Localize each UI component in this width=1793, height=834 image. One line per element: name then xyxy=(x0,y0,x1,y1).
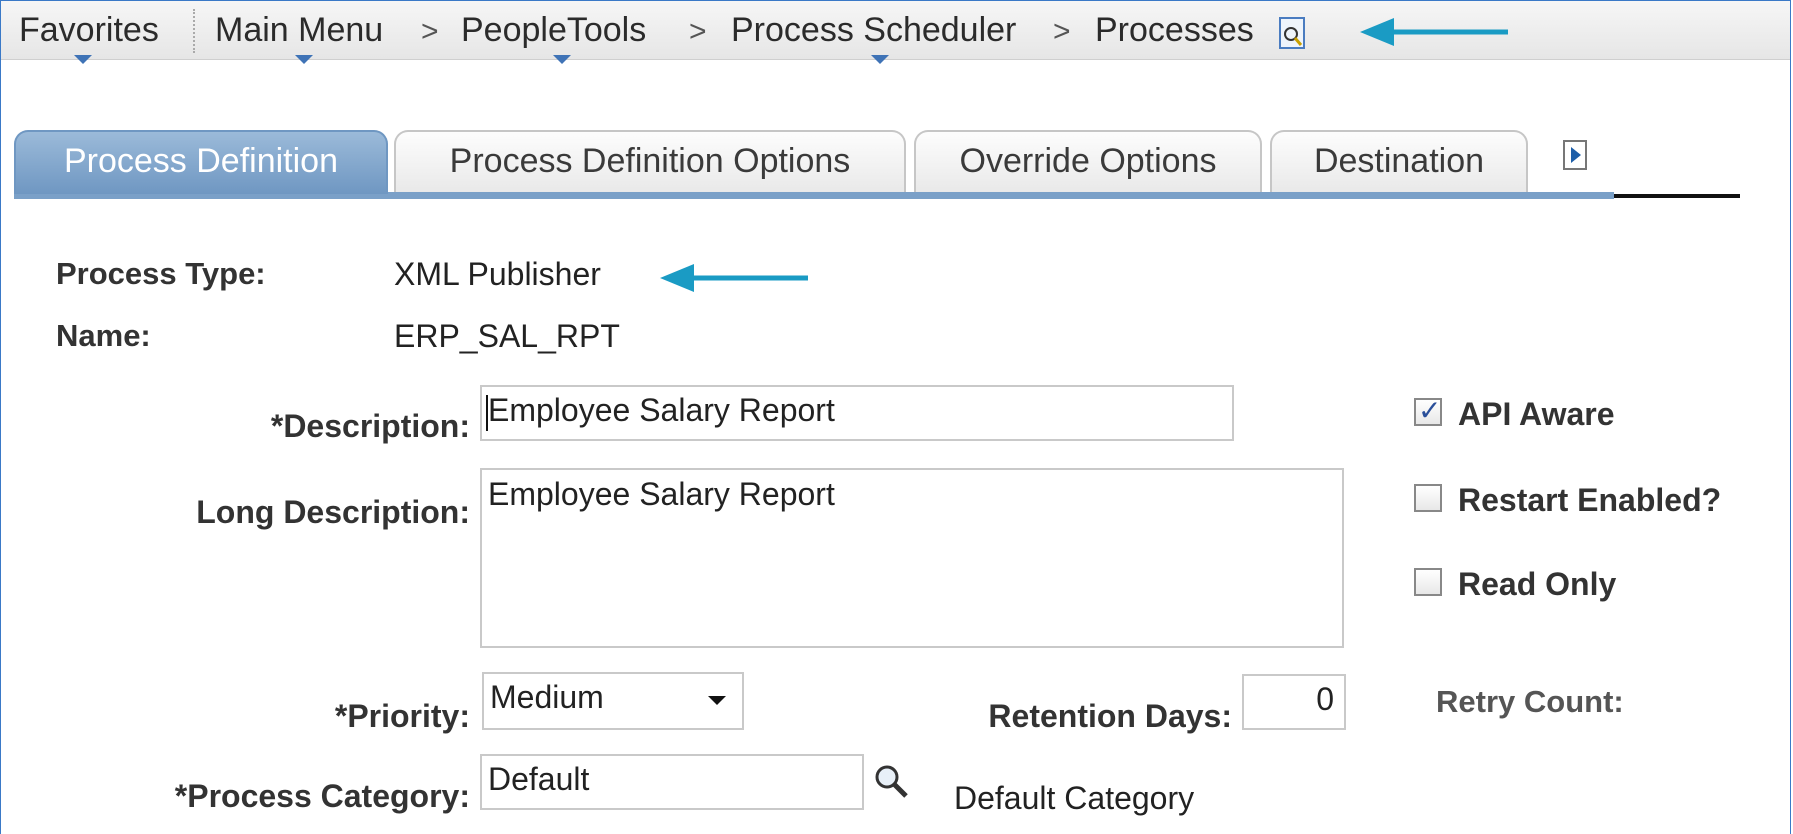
annotation-arrow-icon xyxy=(660,264,808,292)
page-search-icon[interactable] xyxy=(1279,17,1309,51)
priority-label: *Priority: xyxy=(334,698,470,734)
tab-override-options[interactable]: Override Options xyxy=(914,130,1262,192)
nav-processes[interactable]: Processes xyxy=(1095,11,1254,50)
nav-main-menu-label: Main Menu xyxy=(215,11,384,49)
annotation-arrow-icon xyxy=(1360,18,1508,46)
nav-main-menu[interactable]: Main Menu xyxy=(215,11,384,64)
nav-peopletools[interactable]: PeopleTools xyxy=(461,11,647,64)
process-type-value: XML Publisher xyxy=(394,256,601,292)
peopletools-dropdown-icon[interactable] xyxy=(553,55,571,64)
retention-days-label: Retention Days: xyxy=(988,698,1232,734)
long-description-label: Long Description: xyxy=(196,494,470,530)
priority-dropdown-icon[interactable] xyxy=(708,696,726,705)
api-aware-label: API Aware xyxy=(1458,396,1615,432)
restart-enabled-label: Restart Enabled? xyxy=(1458,482,1722,518)
read-only-checkbox[interactable] xyxy=(1414,568,1442,596)
breadcrumb-separator-icon: > xyxy=(689,15,707,48)
long-description-textarea[interactable]: Employee Salary Report xyxy=(480,468,1344,648)
lookup-search-icon[interactable] xyxy=(872,762,912,802)
name-value: ERP_SAL_RPT xyxy=(394,318,620,354)
read-only-label: Read Only xyxy=(1458,566,1617,602)
process-category-input[interactable]: Default xyxy=(480,754,864,810)
priority-value: Medium xyxy=(490,679,604,715)
tab-destination[interactable]: Destination xyxy=(1270,130,1528,192)
tab-baseline-end xyxy=(1614,194,1740,198)
priority-select[interactable]: Medium xyxy=(482,672,744,730)
retention-days-value: 0 xyxy=(1316,681,1334,717)
tab-scroll-right-icon[interactable] xyxy=(1563,140,1587,170)
nav-process-scheduler-label: Process Scheduler xyxy=(731,11,1017,49)
retention-days-input[interactable]: 0 xyxy=(1242,674,1346,730)
name-label: Name: xyxy=(56,318,151,353)
breadcrumb-separator-icon: > xyxy=(1053,15,1071,48)
tab-process-definition[interactable]: Process Definition xyxy=(14,130,388,194)
favorites-dropdown-icon[interactable] xyxy=(74,55,92,64)
api-aware-checkbox[interactable] xyxy=(1414,394,1442,427)
process-category-description: Default Category xyxy=(954,780,1195,816)
description-value: Employee Salary Report xyxy=(488,392,835,428)
long-description-value: Employee Salary Report xyxy=(488,476,835,512)
description-input[interactable]: Employee Salary Report xyxy=(480,385,1234,441)
description-label: *Description: xyxy=(270,408,470,444)
nav-favorites[interactable]: Favorites xyxy=(19,11,159,64)
text-cursor xyxy=(486,395,488,431)
nav-favorites-label: Favorites xyxy=(19,11,159,49)
restart-enabled-checkbox[interactable] xyxy=(1414,484,1442,512)
nav-process-scheduler[interactable]: Process Scheduler xyxy=(731,11,1017,64)
main-menu-dropdown-icon[interactable] xyxy=(295,55,313,64)
nav-divider xyxy=(193,9,195,53)
process-type-label: Process Type: xyxy=(56,256,266,291)
process-category-label: *Process Category: xyxy=(174,778,470,814)
breadcrumb-separator-icon: > xyxy=(421,15,439,48)
process-scheduler-dropdown-icon[interactable] xyxy=(871,55,889,64)
process-category-value: Default xyxy=(488,761,590,797)
tab-process-definition-options[interactable]: Process Definition Options xyxy=(394,130,906,192)
retry-count-label: Retry Count: xyxy=(1436,684,1624,719)
nav-peopletools-label: PeopleTools xyxy=(461,11,647,49)
navigation-bar: Favorites Main Menu > PeopleTools > Proc… xyxy=(1,1,1790,64)
